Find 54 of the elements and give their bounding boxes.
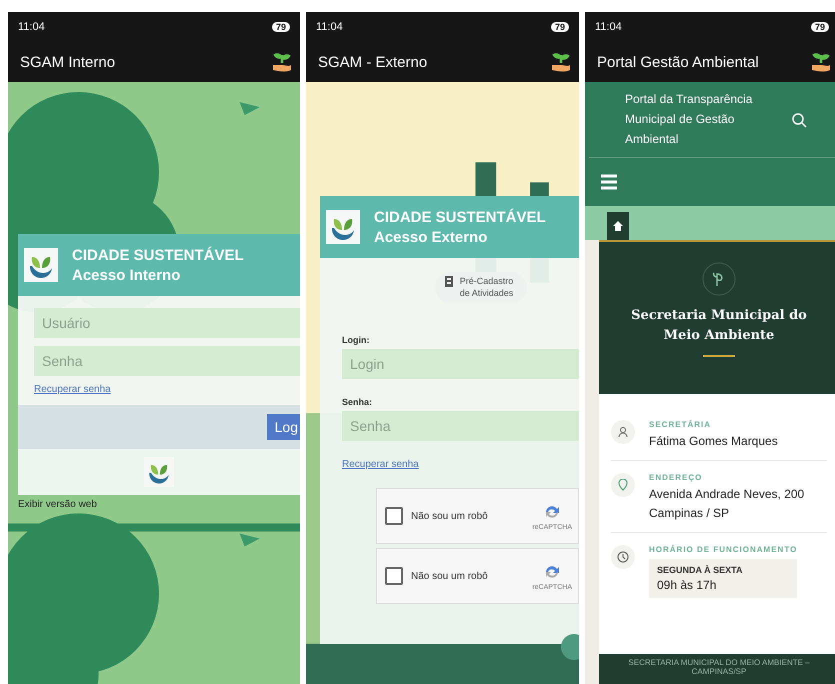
info-value: Fátima Gomes Marques [649, 434, 778, 448]
app-title: SGAM Interno [20, 54, 116, 70]
card-title: CIDADE SUSTENTÁVEL [72, 246, 244, 264]
hero-title: Secretaria Municipal do Meio Ambiente [630, 307, 808, 345]
plant-in-hand-icon [551, 51, 571, 73]
plant-in-hand-icon [811, 51, 831, 73]
site-title: Portal da Transparência Municipal de Gestão Ambiental [625, 91, 754, 148]
login-button[interactable]: Log [266, 414, 300, 440]
info-label: HORÁRIO DE FUNCIONAMENTO [649, 545, 798, 554]
pin-icon [611, 473, 635, 498]
captcha-label: Não sou um robô [411, 510, 489, 522]
battery-level: 79 [810, 22, 829, 32]
leaf-logo-icon [24, 248, 58, 282]
building-icon [444, 276, 452, 287]
pre-register-button[interactable]: Pré-Cadastro de Atividades [434, 272, 526, 304]
captcha-checkbox[interactable] [385, 567, 403, 586]
field-label: Senha: [342, 397, 374, 408]
card-title: CIDADE SUSTENTÁVEL [374, 208, 546, 226]
captcha-checkbox[interactable] [385, 507, 403, 526]
app-title: Portal Gestão Ambiental [597, 54, 759, 70]
text-field[interactable]: Usuário [34, 308, 300, 338]
search-icon[interactable] [791, 112, 807, 128]
info-label: SECRETÁRIA [649, 420, 712, 430]
text-field[interactable]: Login [342, 349, 579, 380]
info-label: ENDEREÇO [649, 473, 704, 482]
home-icon [613, 221, 623, 232]
sprout-icon [702, 262, 736, 296]
recover-password-link[interactable]: Recuperar senha [34, 384, 300, 395]
leaf-logo-icon [144, 457, 174, 487]
recover-password-link[interactable]: Recuperar senha [342, 459, 579, 470]
battery-level: 79 [272, 22, 290, 32]
home-tab[interactable] [607, 212, 629, 240]
person-icon [611, 420, 635, 444]
field-label: Login: [342, 335, 370, 346]
hours-time: 09h às 17h [657, 578, 718, 592]
clock-time: 11:04 [595, 21, 622, 33]
clock-time: 11:04 [316, 21, 343, 33]
clock-icon [611, 545, 635, 570]
text-field[interactable]: Senha [34, 346, 300, 376]
footer-text: SECRETARIA MUNICIPAL DO MEIO AMBIENTE – CAMPINAS/SP [627, 658, 811, 678]
text-field[interactable]: Senha [342, 411, 579, 442]
app-title: SGAM - Externo [318, 54, 428, 70]
leaf-logo-icon [326, 210, 360, 244]
card-subtitle: Acesso Interno [72, 266, 182, 284]
card-subtitle: Acesso Externo [374, 228, 488, 246]
info-value: Campinas / SP [649, 506, 730, 520]
hours-days: SEGUNDA À SEXTA [657, 565, 790, 576]
clock-time: 11:04 [18, 21, 45, 33]
web-version-link[interactable]: Exibir versão web [18, 499, 300, 510]
captcha-label: Não sou um robô [411, 570, 489, 582]
battery-level: 79 [550, 22, 569, 32]
info-value: Avenida Andrade Neves, 200 [649, 487, 804, 502]
menu-icon[interactable] [601, 174, 617, 190]
plant-in-hand-icon [272, 51, 292, 73]
